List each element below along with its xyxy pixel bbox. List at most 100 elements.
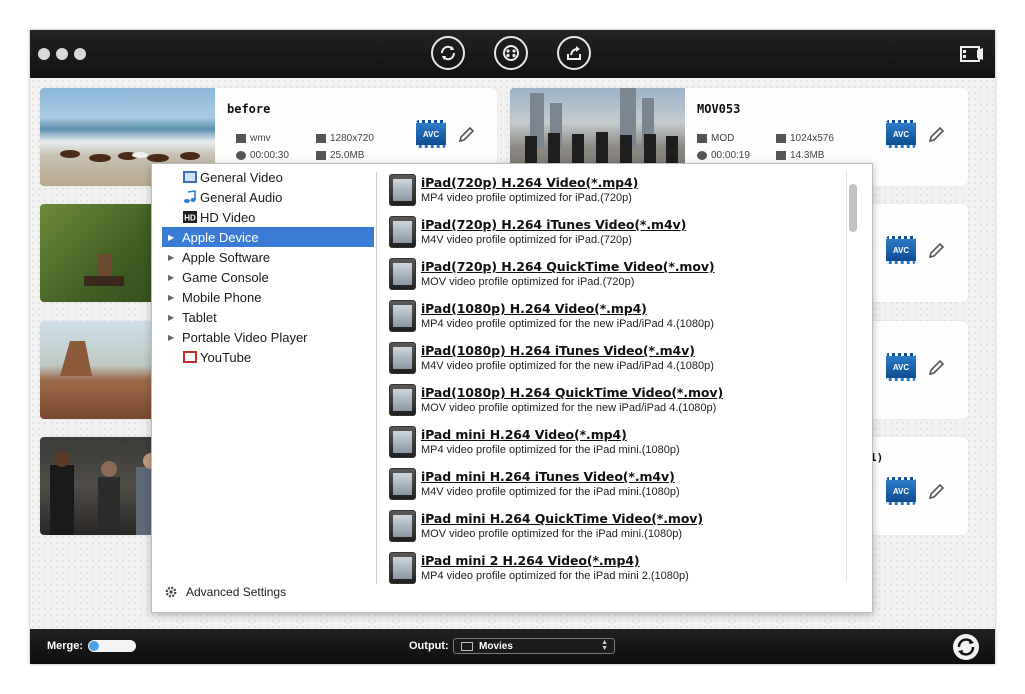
ipad-icon — [389, 258, 416, 290]
category-general-video[interactable]: General Video — [162, 167, 374, 187]
file-duration: 00:00:30 — [236, 150, 289, 161]
file-format: MOD — [697, 133, 734, 144]
category-apple-software[interactable]: ▶ Apple Software — [162, 247, 374, 267]
folder-icon — [461, 641, 473, 651]
category-tablet[interactable]: ▶ Tablet — [162, 307, 374, 327]
category-general-audio[interactable]: General Audio — [162, 187, 374, 207]
file-name: before — [227, 102, 271, 116]
profile-description: M4V video profile optimized for the new … — [421, 360, 714, 372]
category-label: Game Console — [182, 269, 269, 285]
category-hd-video[interactable]: HD HD Video — [162, 207, 374, 227]
clock-icon — [697, 151, 707, 160]
ipad-icon — [389, 468, 416, 500]
profile-title: iPad(720p) H.264 iTunes Video(*.m4v) — [421, 217, 687, 232]
close-window-button[interactable] — [38, 48, 50, 60]
ipad-screen — [393, 389, 412, 411]
codec-settings-button[interactable]: AVC — [416, 120, 446, 148]
ipad-screen — [393, 557, 412, 579]
start-convert-button[interactable] — [953, 634, 979, 660]
ipad-icon — [389, 510, 416, 542]
ipad-icon — [389, 552, 416, 584]
minimize-window-button[interactable] — [56, 48, 68, 60]
ipad-icon — [389, 342, 416, 374]
edit-icon[interactable] — [927, 126, 945, 144]
profile-item[interactable]: iPad(720p) H.264 QuickTime Video(*.mov) M… — [386, 252, 856, 294]
media-browser-icon[interactable] — [959, 44, 985, 64]
profile-item[interactable]: iPad(1080p) H.264 iTunes Video(*.m4v) M4V… — [386, 336, 856, 378]
profile-description: MOV video profile optimized for iPad.(72… — [421, 276, 635, 288]
ipad-screen — [393, 431, 412, 453]
disclosure-triangle-icon[interactable]: ▶ — [162, 333, 182, 342]
share-tab-button[interactable] — [557, 36, 591, 70]
youtube-icon — [182, 350, 198, 364]
clock-icon — [236, 151, 246, 160]
bottom-bar: Merge: Output: Movies ▲ ▼ — [30, 629, 995, 664]
svg-text:HD: HD — [184, 214, 196, 223]
scroll-track — [846, 170, 847, 582]
profile-description: MP4 video profile optimized for the new … — [421, 318, 714, 330]
output-folder-value: Movies — [479, 640, 513, 652]
zoom-window-button[interactable] — [74, 48, 86, 60]
codec-settings-button[interactable]: AVC — [886, 120, 916, 148]
merge-label: Merge: — [47, 640, 84, 652]
film-icon — [182, 170, 198, 184]
category-label: Portable Video Player — [182, 329, 308, 345]
codec-settings-button[interactable]: AVC — [886, 236, 916, 264]
download-icon — [776, 151, 786, 160]
ipad-icon — [389, 384, 416, 416]
profile-item[interactable]: iPad mini 2 H.264 Video(*.mp4) MP4 video … — [386, 546, 856, 584]
advanced-settings-button[interactable]: Advanced Settings — [164, 585, 286, 599]
ipad-screen — [393, 347, 412, 369]
title-bar — [30, 30, 995, 78]
category-game-console[interactable]: ▶ Game Console — [162, 267, 374, 287]
category-youtube[interactable]: YouTube — [162, 347, 374, 367]
category-label: Apple Device — [182, 229, 259, 245]
category-list: General Video General Audio HD HD Video ▶ App… — [162, 167, 374, 367]
profile-description: M4V video profile optimized for the iPad… — [421, 486, 680, 498]
disclosure-triangle-icon[interactable]: ▶ — [162, 253, 182, 262]
output-label: Output: — [409, 640, 449, 652]
profile-item[interactable]: iPad(1080p) H.264 QuickTime Video(*.mov)… — [386, 378, 856, 420]
profile-list-scrollbar[interactable] — [849, 184, 857, 232]
profile-title: iPad mini H.264 iTunes Video(*.m4v) — [421, 469, 675, 484]
ipad-screen — [393, 179, 412, 201]
profile-title: iPad(1080p) H.264 iTunes Video(*.m4v) — [421, 343, 695, 358]
profile-title: iPad mini 2 H.264 Video(*.mp4) — [421, 553, 640, 568]
category-label: Apple Software — [182, 249, 271, 265]
disclosure-triangle-icon[interactable]: ▶ — [162, 293, 182, 302]
disclosure-triangle-icon[interactable]: ▶ — [162, 233, 182, 242]
chevron-updown-icon: ▲ ▼ — [601, 639, 608, 652]
profile-item[interactable]: iPad(1080p) H.264 Video(*.mp4) MP4 video … — [386, 294, 856, 336]
edit-icon[interactable] — [457, 126, 475, 144]
ipad-screen — [393, 263, 412, 285]
profile-description: MOV video profile optimized for the iPad… — [421, 528, 683, 540]
hd-icon: HD — [182, 210, 198, 224]
edit-icon[interactable] — [927, 483, 945, 501]
profile-item[interactable]: iPad(720p) H.264 iTunes Video(*.m4v) M4V … — [386, 210, 856, 252]
category-label: General Video — [200, 169, 283, 185]
profile-item[interactable]: iPad mini H.264 QuickTime Video(*.mov) MO… — [386, 504, 856, 546]
profile-item[interactable]: iPad(720p) H.264 Video(*.mp4) MP4 video p… — [386, 168, 856, 210]
profile-title: iPad mini H.264 Video(*.mp4) — [421, 427, 627, 442]
output-folder-select[interactable]: Movies ▲ ▼ — [453, 638, 615, 654]
disclosure-triangle-icon[interactable]: ▶ — [162, 273, 182, 282]
edit-icon[interactable] — [927, 359, 945, 377]
codec-settings-button[interactable]: AVC — [886, 353, 916, 381]
convert-icon — [440, 45, 456, 61]
edit-icon[interactable] — [927, 242, 945, 260]
category-mobile-phone[interactable]: ▶ Mobile Phone — [162, 287, 374, 307]
ipad-screen — [393, 305, 412, 327]
media-tab-button[interactable] — [494, 36, 528, 70]
profile-item[interactable]: iPad mini H.264 Video(*.mp4) MP4 video pr… — [386, 420, 856, 462]
share-icon — [567, 46, 581, 60]
popup-divider — [376, 172, 377, 584]
codec-settings-button[interactable]: AVC — [886, 477, 916, 505]
file-format: wmv — [236, 133, 271, 144]
disclosure-triangle-icon[interactable]: ▶ — [162, 313, 182, 322]
profile-title: iPad mini H.264 QuickTime Video(*.mov) — [421, 511, 703, 526]
convert-tab-button[interactable] — [431, 36, 465, 70]
profile-item[interactable]: iPad mini H.264 iTunes Video(*.m4v) M4V v… — [386, 462, 856, 504]
merge-toggle[interactable] — [88, 640, 136, 652]
category-apple-device[interactable]: ▶ Apple Device — [162, 227, 374, 247]
category-portable-video-player[interactable]: ▶ Portable Video Player — [162, 327, 374, 347]
